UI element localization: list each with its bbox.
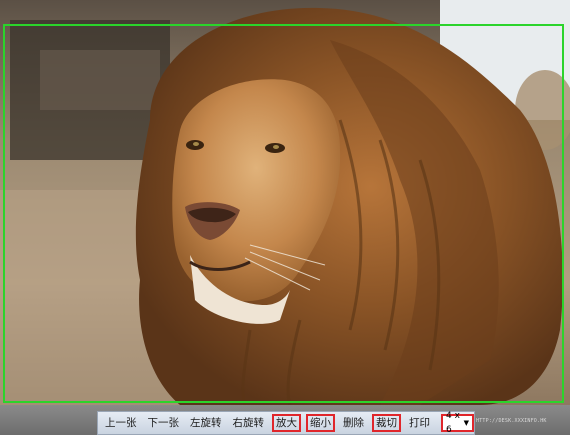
rotate-left-button[interactable]: 左旋转 <box>187 414 225 432</box>
previous-image-button[interactable]: 上一张 <box>102 414 140 432</box>
chevron-down-icon: ▼ <box>463 419 469 427</box>
rotate-right-button[interactable]: 右旋转 <box>230 414 268 432</box>
image-viewer: 上一张 下一张 左旋转 右旋转 放大 缩小 删除 裁切 打印 4 x 6 ▼ H… <box>0 0 570 435</box>
zoom-out-button[interactable]: 缩小 <box>306 414 335 432</box>
next-image-button[interactable]: 下一张 <box>145 414 183 432</box>
print-size-select[interactable]: 4 x 6 ▼ <box>441 411 474 435</box>
crop-button[interactable]: 裁切 <box>372 414 401 432</box>
lion-photo <box>0 0 570 405</box>
zoom-in-button[interactable]: 放大 <box>272 414 301 432</box>
print-size-value: 4 x 6 <box>446 411 460 435</box>
print-button[interactable]: 打印 <box>406 414 433 432</box>
photo-canvas <box>0 0 570 405</box>
watermark-url: HTTP://DESK.XXXINFO.HK <box>476 418 547 424</box>
viewer-toolbar: 上一张 下一张 左旋转 右旋转 放大 缩小 删除 裁切 打印 4 x 6 ▼ <box>97 411 475 435</box>
delete-button[interactable]: 删除 <box>340 414 367 432</box>
